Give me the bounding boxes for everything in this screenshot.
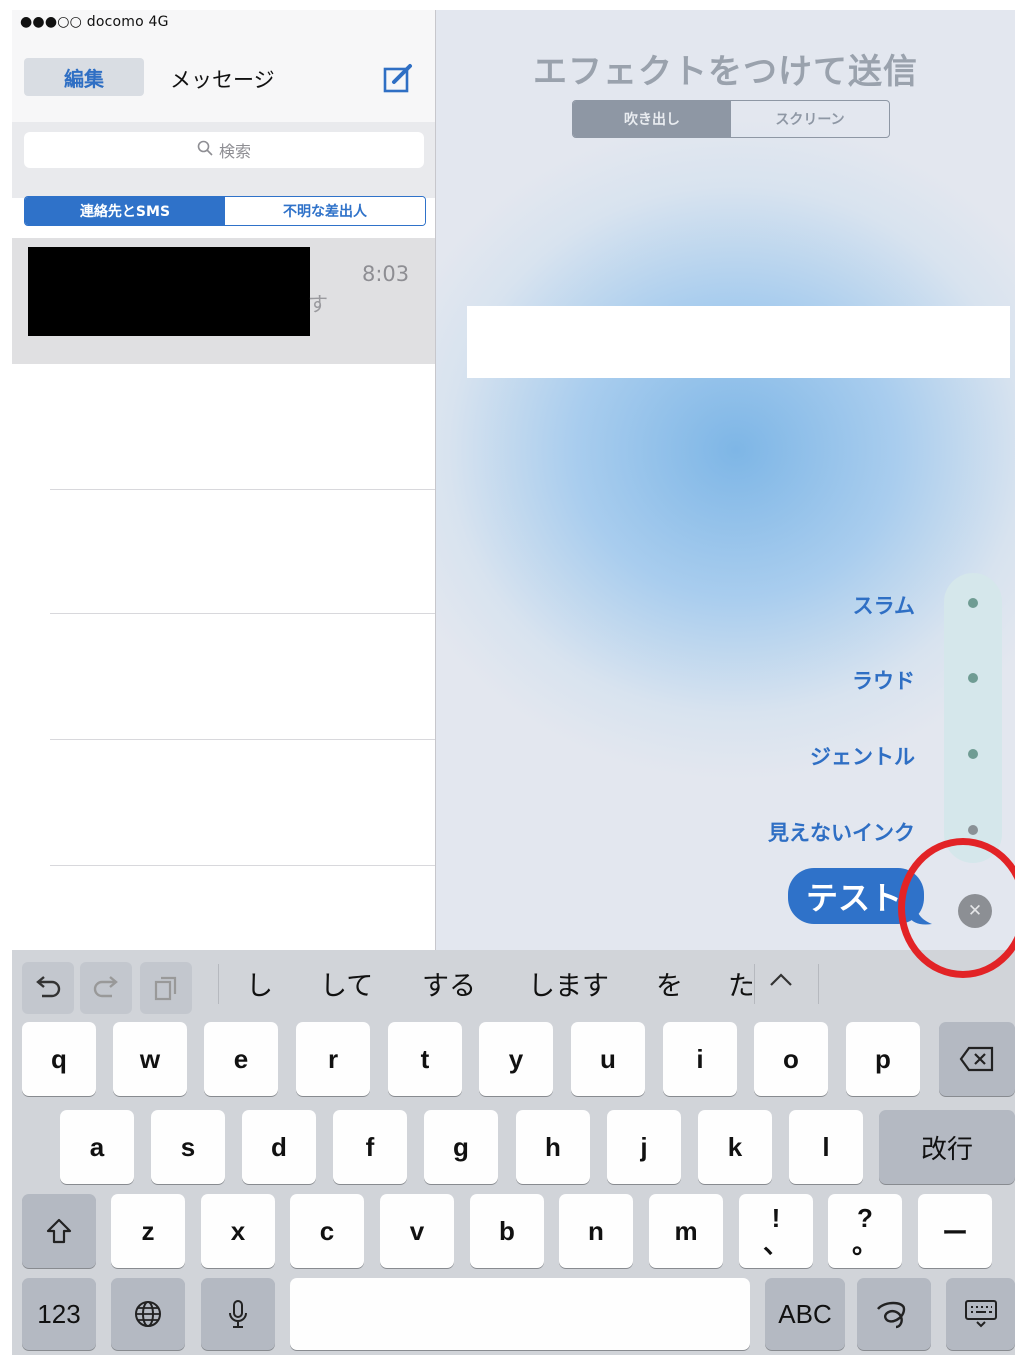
redacted-contact [28,247,310,336]
key-top-char: ! [771,1203,781,1233]
key-m[interactable]: m [649,1194,723,1268]
row-separator [50,613,435,614]
key-v[interactable]: v [380,1194,454,1268]
key-e[interactable]: e [204,1022,278,1096]
redo-icon[interactable] [80,962,132,1014]
candidate-divider [218,964,219,1004]
effect-dot-invisible-ink[interactable] [968,825,978,835]
effect-option-invisible-ink[interactable]: 見えないインク [768,817,915,847]
search-input[interactable]: 検索 [24,132,424,168]
candidate-item[interactable]: し [246,964,273,1003]
chevron-up-icon[interactable] [768,970,794,994]
row-separator [50,489,435,490]
paste-icon[interactable] [140,962,192,1014]
compose-icon[interactable] [382,62,414,94]
shift-icon[interactable] [22,1194,96,1268]
key-a[interactable]: a [60,1110,134,1184]
key-c[interactable]: c [290,1194,364,1268]
key-r[interactable]: r [296,1022,370,1096]
key-g[interactable]: g [424,1110,498,1184]
key-f[interactable]: f [333,1110,407,1184]
key-j[interactable]: j [607,1110,681,1184]
effect-dot-gentle[interactable] [968,749,978,759]
key-w[interactable]: w [113,1022,187,1096]
key-d[interactable]: d [242,1110,316,1184]
handwriting-icon[interactable] [857,1278,931,1350]
effect-type-segmented-control: 吹き出し スクリーン [572,100,890,138]
key-x[interactable]: x [201,1194,275,1268]
key-p[interactable]: p [846,1022,920,1096]
row-separator [50,865,435,866]
key-z[interactable]: z [111,1194,185,1268]
key-b[interactable]: b [470,1194,544,1268]
globe-icon[interactable] [111,1278,185,1350]
messages-list-pane: ●●●○○ docomo 4G 編集 メッセージ 検索 連絡先とSMS 不明な差… [12,10,435,950]
effect-option-loud[interactable]: ラウド [852,665,915,695]
numbers-key[interactable]: 123 [22,1278,96,1350]
candidate-item[interactable]: して [320,964,373,1003]
candidate-divider [818,964,819,1004]
backspace-icon[interactable] [939,1022,1015,1096]
return-key[interactable]: 改行 [879,1110,1015,1184]
key-y[interactable]: y [479,1022,553,1096]
candidate-item[interactable]: を [656,964,683,1003]
key-h[interactable]: h [516,1110,590,1184]
white-bar [467,306,1010,378]
effect-selector-track [944,573,1002,863]
messages-header: ●●●○○ docomo 4G 編集 メッセージ [12,10,435,122]
candidate-divider [754,964,755,1004]
key-dash[interactable]: ー [918,1194,992,1268]
keyboard: し して する します を た q w e r t y u i o p a s … [12,950,1015,1355]
conversation-time: 8:03 [362,262,410,286]
space-bar[interactable] [290,1278,750,1350]
candidate-item[interactable]: します [528,964,609,1003]
search-icon [197,140,213,160]
effect-dot-slam[interactable] [968,598,978,608]
key-l[interactable]: l [789,1110,863,1184]
candidate-item[interactable]: する [422,964,476,1003]
undo-icon[interactable] [22,962,74,1014]
effect-option-gentle[interactable]: ジェントル [810,741,915,771]
page-title: メッセージ [170,68,275,92]
key-k[interactable]: k [698,1110,772,1184]
key-bottom-char: 、 [762,1229,789,1259]
send-with-effect-pane: エフェクトをつけて送信 吹き出し スクリーン スラム ラウド ジェントル 見えな… [436,10,1015,950]
search-placeholder: 検索 [218,142,251,161]
key-exclamation[interactable]: ! 、 [739,1194,813,1268]
effect-title: エフェクトをつけて送信 [533,52,918,92]
candidate-item[interactable]: た [728,964,752,1003]
key-o[interactable]: o [754,1022,828,1096]
effect-option-slam[interactable]: スラム [853,590,915,620]
key-t[interactable]: t [388,1022,462,1096]
filter-segmented-control: 連絡先とSMS 不明な差出人 [24,196,426,226]
effect-dot-loud[interactable] [968,673,978,683]
key-q[interactable]: q [22,1022,96,1096]
candidate-bar: し して する します を た [12,950,1015,1018]
tab-screen[interactable]: スクリーン [731,101,889,137]
key-i[interactable]: i [663,1022,737,1096]
tab-unknown-senders[interactable]: 不明な差出人 [225,197,425,225]
key-bottom-char: 。 [851,1229,878,1259]
conversation-row[interactable]: す 8:03 [12,238,435,364]
keyboard-dismiss-icon[interactable] [946,1278,1015,1350]
mic-icon[interactable] [201,1278,275,1350]
key-question[interactable]: ? 。 [828,1194,902,1268]
key-u[interactable]: u [571,1022,645,1096]
tab-contacts-sms[interactable]: 連絡先とSMS [25,197,225,225]
key-s[interactable]: s [151,1110,225,1184]
edit-button[interactable]: 編集 [24,58,144,96]
status-bar: ●●●○○ docomo 4G [20,14,169,30]
row-separator [50,739,435,740]
key-n[interactable]: n [559,1194,633,1268]
message-preview: す [308,292,328,316]
tab-bubble[interactable]: 吹き出し [573,101,731,137]
key-top-char: ? [857,1203,873,1233]
abc-key[interactable]: ABC [765,1278,845,1350]
search-area: 検索 [12,122,435,198]
